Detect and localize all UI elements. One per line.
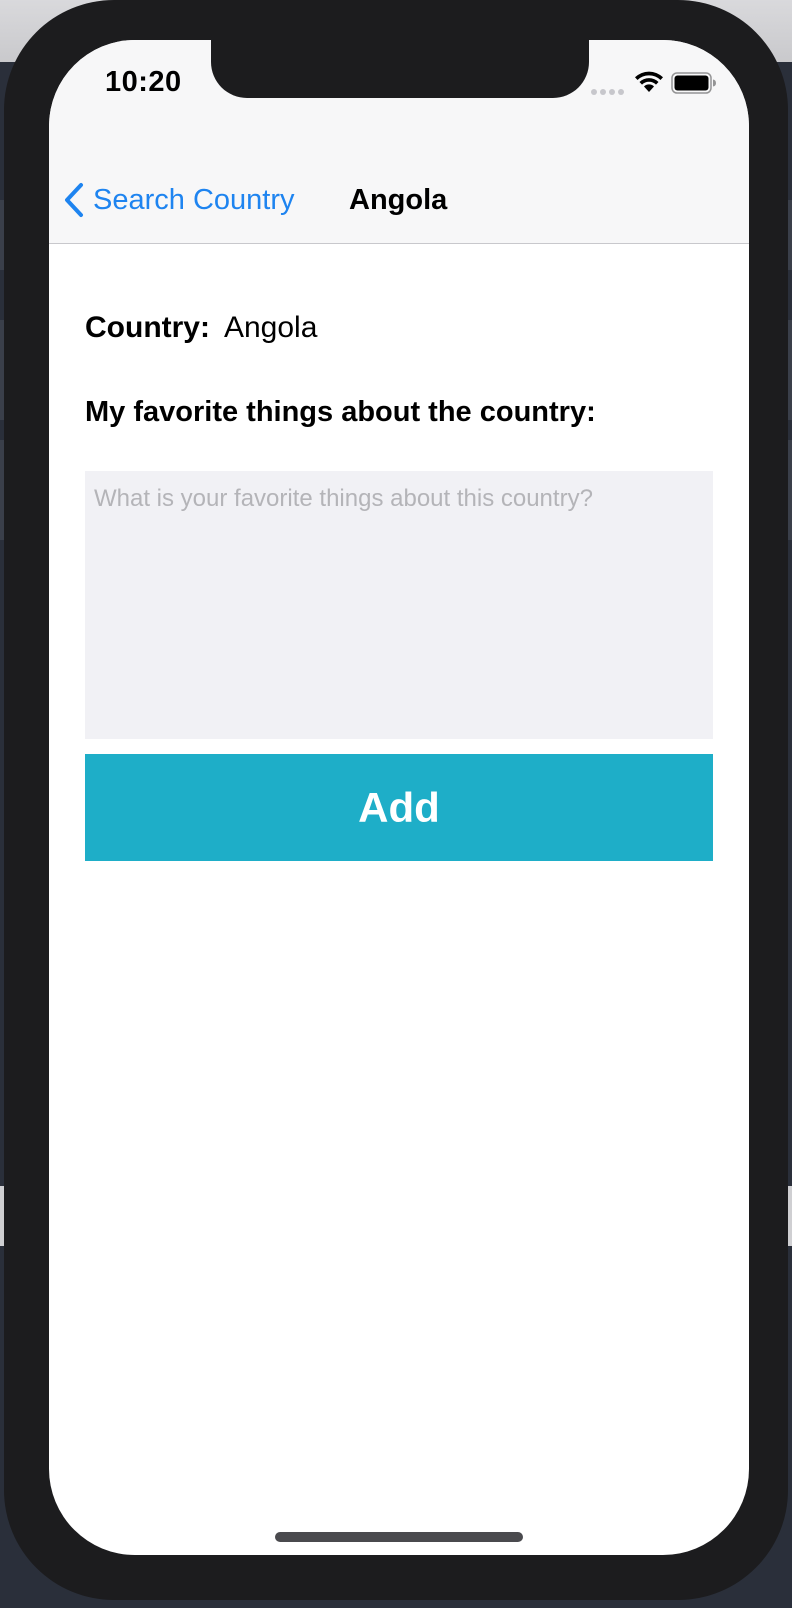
country-label: Country: bbox=[85, 311, 210, 344]
cellular-signal-icon bbox=[591, 89, 624, 95]
device-notch bbox=[211, 40, 589, 98]
favorites-text-input[interactable] bbox=[85, 471, 713, 739]
navigation-bar: Search Country Angola bbox=[49, 140, 749, 244]
status-time: 10:20 bbox=[105, 66, 182, 98]
add-button[interactable]: Add bbox=[85, 754, 713, 861]
battery-icon bbox=[671, 72, 716, 94]
wifi-icon bbox=[635, 71, 663, 92]
home-indicator[interactable] bbox=[275, 1532, 523, 1542]
country-value: Angola bbox=[223, 311, 318, 344]
back-button-label: Search Country bbox=[93, 184, 295, 216]
country-row: Country: Angola bbox=[85, 311, 317, 345]
device-frame: 10:20 Search Country Angola Country: Ang… bbox=[4, 0, 788, 1600]
back-button[interactable]: Search Country bbox=[63, 182, 295, 218]
device-screen: 10:20 Search Country Angola Country: Ang… bbox=[49, 40, 749, 1555]
nav-title: Angola bbox=[349, 184, 448, 216]
favorites-label: My favorite things about the country: bbox=[85, 396, 596, 428]
chevron-left-icon bbox=[65, 183, 83, 217]
